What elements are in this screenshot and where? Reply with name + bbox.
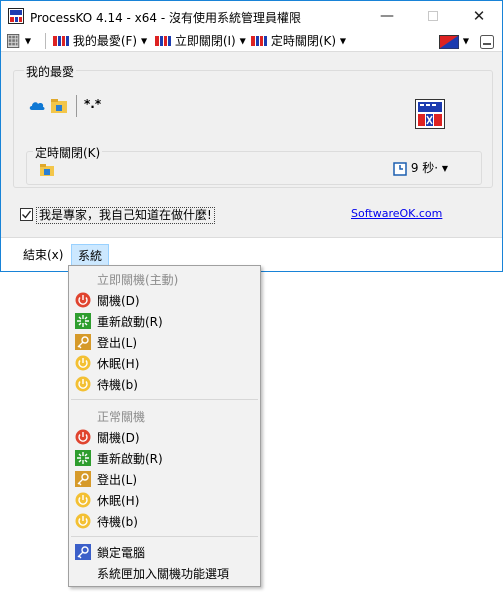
favorites-separator (76, 95, 77, 117)
minimize-to-tray-button[interactable] (480, 33, 494, 49)
menu-item-normal-restart[interactable]: 重新啟動(R) (71, 448, 258, 468)
folder-icon[interactable] (39, 162, 55, 178)
title-bar[interactable]: ProcessKO 4.14 - x64 - 沒有使用系統管理員權限 — ✕ (1, 1, 502, 31)
menu-item-label: 鎖定電腦 (97, 546, 146, 560)
softwareok-link[interactable]: SoftwareOK.com (351, 207, 442, 220)
system-button[interactable]: 系統 (71, 244, 110, 266)
processko-app-icon (8, 8, 24, 24)
chevron-down-icon: ▼ (462, 36, 469, 46)
menu-item-tray-options[interactable]: 系統匣加入關機功能選項 (71, 563, 258, 583)
power-red-icon (75, 292, 91, 308)
menu-item-label: 休眠(H) (97, 357, 140, 371)
maximize-button[interactable] (410, 1, 456, 31)
power-yellow-icon (75, 513, 91, 529)
timer-selector[interactable]: 9 秒· ▼ (393, 159, 448, 176)
menu-item-normal-hibernate[interactable]: 休眠(H) (71, 490, 258, 510)
checkmark-icon (22, 210, 32, 219)
menu-item-label: 休眠(H) (97, 494, 140, 508)
onedrive-icon[interactable] (28, 97, 46, 115)
favorites-menu-button[interactable]: 我的最愛(F) ▼ (53, 33, 147, 49)
chevron-down-icon: ▼ (339, 36, 347, 46)
exit-button[interactable]: 結束(x) (17, 244, 69, 266)
ko-icon (155, 35, 171, 46)
menu-item-label: 關機(D) (97, 294, 140, 308)
menu-item-forced-standby[interactable]: 待機(b) (71, 374, 258, 394)
ko-icon (53, 35, 69, 46)
menu-item-label: 重新啟動(R) (97, 452, 163, 466)
menu-item-forced-hibernate[interactable]: 休眠(H) (71, 353, 258, 373)
window-title: ProcessKO 4.14 - x64 - 沒有使用系統管理員權限 (30, 11, 302, 25)
timer-value: 9 秒· (410, 161, 439, 175)
menu-item-label: 待機(b) (97, 378, 138, 392)
power-yellow-icon (75, 376, 91, 392)
key-icon (75, 471, 91, 487)
chevron-down-icon: ▼ (239, 36, 246, 46)
restart-green-icon (75, 313, 91, 329)
close-button[interactable]: ✕ (456, 1, 502, 31)
menu-item-normal-shutdown[interactable]: 關機(D) (71, 427, 258, 447)
menu-item-forced-shutdown[interactable]: 關機(D) (71, 290, 258, 310)
toolbar-separator (45, 33, 46, 49)
timed-shutdown-group: 定時關閉(K) 9 秒· ▼ (26, 144, 482, 185)
timed-shutdown-group-title: 定時關閉(K) (33, 144, 103, 161)
menu-item-label: 待機(b) (97, 515, 138, 529)
favorites-group: 我的最愛 *.* 定時關閉(K) 9 秒· ▼ (13, 63, 493, 188)
app-menu-button[interactable]: ▼ (7, 33, 31, 49)
menu-separator (71, 536, 258, 537)
power-yellow-icon (75, 355, 91, 371)
minimize-icon: — (380, 8, 394, 24)
menu-item-forced-restart[interactable]: 重新啟動(R) (71, 311, 258, 331)
processko-logo-icon (415, 99, 445, 129)
wildcard-favorite[interactable]: *.* (84, 97, 101, 111)
menu-item-label: 登出(L) (97, 473, 138, 487)
minimize-button[interactable]: — (364, 1, 410, 31)
shutdown-now-menu-button[interactable]: 立即關閉(I) ▼ (155, 33, 246, 49)
chevron-down-icon: ▼ (441, 164, 449, 173)
restart-green-icon (75, 450, 91, 466)
lock-key-icon (75, 544, 91, 560)
processko-window: ProcessKO 4.14 - x64 - 沒有使用系統管理員權限 — ✕ ▼… (0, 0, 503, 272)
power-yellow-icon (75, 492, 91, 508)
menu-separator (71, 399, 258, 400)
system-popup-menu: 立即關機(主動) 關機(D) 重新啟動(R) 登出(L) 休眠(H) 待機(b)… (68, 265, 261, 587)
key-icon (75, 334, 91, 350)
favorites-menu-label: 我的最愛(F) (72, 34, 138, 48)
menu-item-forced-logoff[interactable]: 登出(L) (71, 332, 258, 352)
tray-icon (480, 34, 494, 49)
menu-section-header-forced: 立即關機(主動) (97, 273, 179, 287)
toolbar: ▼ 我的最愛(F) ▼ 立即關閉(I) ▼ 定時關閉(K) ▼ ▼ (1, 31, 502, 51)
menu-item-normal-logoff[interactable]: 登出(L) (71, 469, 258, 489)
menu-item-label: 登出(L) (97, 336, 138, 350)
menu-item-normal-standby[interactable]: 待機(b) (71, 511, 258, 531)
main-panel: 我的最愛 *.* 定時關閉(K) 9 秒· ▼ 我是專家，我自己知道在做什麼! … (1, 51, 502, 237)
maximize-icon (428, 11, 438, 21)
menu-item-label: 重新啟動(R) (97, 315, 163, 329)
theme-button[interactable]: ▼ (439, 33, 469, 49)
expert-checkbox[interactable] (20, 208, 33, 221)
chevron-down-icon: ▼ (140, 36, 148, 46)
timed-shutdown-menu-label: 定時關閉(K) (270, 34, 337, 48)
favorites-group-title: 我的最愛 (24, 63, 77, 80)
clock-icon (393, 161, 407, 176)
menu-item-lock-computer[interactable]: 鎖定電腦 (71, 542, 258, 562)
shutdown-now-menu-label: 立即關閉(I) (174, 34, 236, 48)
close-icon: ✕ (472, 7, 486, 25)
expert-checkbox-label[interactable]: 我是專家，我自己知道在做什麼! (36, 207, 215, 224)
power-red-icon (75, 429, 91, 445)
menu-item-label: 關機(D) (97, 431, 140, 445)
grid-icon (7, 33, 20, 48)
menu-item-label: 系統匣加入關機功能選項 (97, 567, 230, 581)
menu-section-header-normal: 正常關機 (97, 410, 146, 424)
ko-icon (251, 35, 267, 46)
chevron-down-icon: ▼ (24, 36, 31, 46)
folder-icon[interactable] (50, 97, 68, 115)
color-flag-icon (439, 34, 459, 49)
timed-shutdown-menu-button[interactable]: 定時關閉(K) ▼ (251, 33, 346, 49)
